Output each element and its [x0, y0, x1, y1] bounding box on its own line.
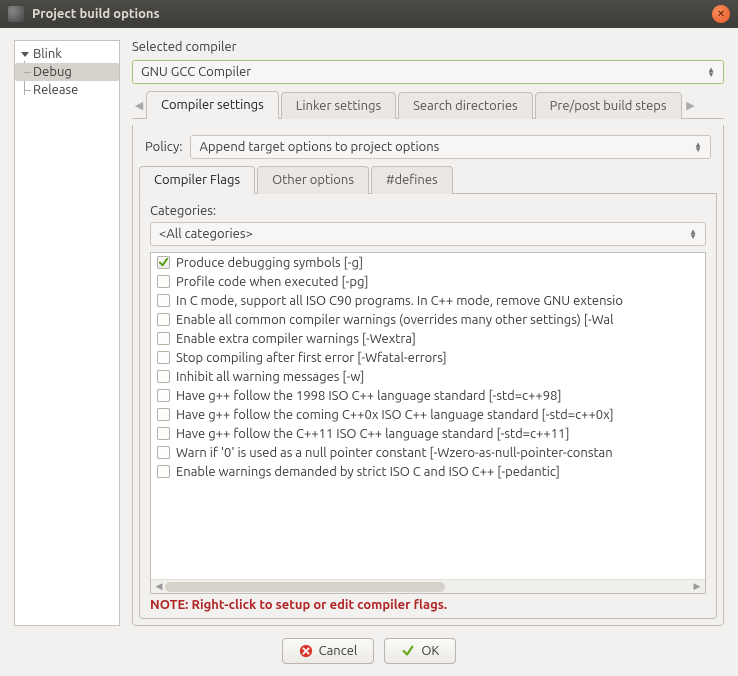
flag-checkbox[interactable] — [157, 465, 170, 478]
flag-row[interactable]: Produce debugging symbols [-g] — [151, 253, 705, 272]
flag-row[interactable]: Have g++ follow the 1998 ISO C++ languag… — [151, 386, 705, 405]
flag-checkbox[interactable] — [157, 370, 170, 383]
titlebar: Project build options ✕ — [0, 0, 738, 28]
cancel-button[interactable]: Cancel — [282, 638, 375, 664]
tree-root-item[interactable]: Blink — [15, 45, 119, 63]
tab-scroll-left-icon[interactable]: ◀ — [132, 92, 146, 118]
policy-select[interactable]: Append target options to project options… — [190, 135, 711, 159]
tab-defines[interactable]: #defines — [371, 166, 453, 194]
flag-row[interactable]: In C mode, support all ISO C90 programs.… — [151, 291, 705, 310]
flag-row[interactable]: Have g++ follow the coming C++0x ISO C++… — [151, 405, 705, 424]
chevron-down-icon[interactable] — [21, 52, 29, 57]
flag-label: Have g++ follow the 1998 ISO C++ languag… — [176, 389, 562, 403]
flag-row[interactable]: Enable extra compiler warnings [-Wextra] — [151, 329, 705, 348]
flag-checkbox[interactable] — [157, 427, 170, 440]
sub-tabbar: Compiler Flags Other options #defines — [139, 165, 717, 194]
flags-list: Produce debugging symbols [-g] Profile co… — [150, 252, 706, 594]
app-icon — [8, 6, 24, 22]
updown-icon: ▲▼ — [689, 229, 697, 239]
tab-other-options[interactable]: Other options — [257, 166, 369, 194]
flag-checkbox[interactable] — [157, 408, 170, 421]
scroll-thumb[interactable] — [165, 582, 445, 592]
tree-item-debug[interactable]: Debug — [15, 63, 119, 81]
flag-label: Stop compiling after first error [-Wfata… — [176, 351, 447, 365]
policy-value: Append target options to project options — [199, 140, 439, 154]
scroll-left-icon[interactable]: ◀ — [153, 581, 165, 592]
tab-pre-post-build[interactable]: Pre/post build steps — [535, 92, 682, 119]
tree-root-label: Blink — [33, 47, 62, 61]
flag-row[interactable]: Stop compiling after first error [-Wfata… — [151, 348, 705, 367]
dialog-buttons: Cancel OK — [14, 626, 724, 664]
flag-checkbox[interactable] — [157, 351, 170, 364]
flag-row[interactable]: Profile code when executed [-pg] — [151, 272, 705, 291]
flag-row[interactable]: Enable all common compiler warnings (ove… — [151, 310, 705, 329]
target-tree[interactable]: Blink Debug Release — [14, 40, 120, 626]
tab-compiler-flags[interactable]: Compiler Flags — [139, 166, 255, 194]
main-tabbar: ◀ Compiler settings Linker settings Sear… — [132, 90, 724, 119]
ok-button[interactable]: OK — [384, 638, 456, 664]
flags-note: NOTE: Right-click to setup or edit compi… — [150, 598, 706, 612]
flag-checkbox[interactable] — [157, 332, 170, 345]
window-title: Project build options — [32, 7, 712, 21]
ok-label: OK — [421, 644, 439, 658]
flag-row[interactable]: Have g++ follow the C++11 ISO C++ langua… — [151, 424, 705, 443]
compiler-flags-panel: Categories: <All categories> ▲▼ Produce … — [139, 194, 717, 619]
horizontal-scrollbar[interactable]: ◀ ▶ — [151, 579, 705, 593]
flag-checkbox[interactable] — [157, 294, 170, 307]
flag-label: Have g++ follow the C++11 ISO C++ langua… — [176, 427, 570, 441]
cancel-icon — [299, 644, 313, 658]
flag-checkbox[interactable] — [157, 275, 170, 288]
tree-item-label: Release — [33, 83, 78, 97]
tree-item-label: Debug — [33, 65, 72, 79]
ok-icon — [401, 644, 415, 658]
policy-label: Policy: — [145, 140, 182, 154]
selected-compiler-label: Selected compiler — [132, 40, 724, 54]
categories-value: <All categories> — [159, 227, 253, 241]
flag-checkbox[interactable] — [157, 389, 170, 402]
cancel-label: Cancel — [319, 644, 358, 658]
flag-label: Enable warnings demanded by strict ISO C… — [176, 465, 560, 479]
flag-label: Have g++ follow the coming C++0x ISO C++… — [176, 408, 614, 422]
compiler-value: GNU GCC Compiler — [141, 65, 251, 79]
flag-row[interactable]: Enable warnings demanded by strict ISO C… — [151, 462, 705, 481]
close-icon[interactable]: ✕ — [712, 5, 730, 23]
flag-row[interactable]: Inhibit all warning messages [-w] — [151, 367, 705, 386]
scroll-right-icon[interactable]: ▶ — [691, 581, 703, 592]
flag-label: Inhibit all warning messages [-w] — [176, 370, 364, 384]
flag-label: Enable extra compiler warnings [-Wextra] — [176, 332, 416, 346]
tab-scroll-right-icon[interactable]: ▶ — [684, 92, 698, 118]
tab-compiler-settings[interactable]: Compiler settings — [146, 91, 279, 119]
flag-label: Warn if '0' is used as a null pointer co… — [176, 446, 613, 460]
flag-label: Profile code when executed [-pg] — [176, 275, 369, 289]
flag-checkbox[interactable] — [157, 313, 170, 326]
flag-label: Produce debugging symbols [-g] — [176, 256, 363, 270]
tree-item-release[interactable]: Release — [15, 81, 119, 99]
flag-label: Enable all common compiler warnings (ove… — [176, 313, 614, 327]
flag-checkbox[interactable] — [157, 446, 170, 459]
flag-checkbox[interactable] — [157, 256, 170, 269]
updown-icon: ▲▼ — [707, 67, 715, 77]
compiler-select[interactable]: GNU GCC Compiler ▲▼ — [132, 60, 724, 84]
tab-linker-settings[interactable]: Linker settings — [281, 92, 396, 119]
flag-label: In C mode, support all ISO C90 programs.… — [176, 294, 623, 308]
updown-icon: ▲▼ — [694, 142, 702, 152]
tab-search-directories[interactable]: Search directories — [398, 92, 533, 119]
flag-row[interactable]: Warn if '0' is used as a null pointer co… — [151, 443, 705, 462]
compiler-settings-panel: Policy: Append target options to project… — [132, 125, 724, 626]
categories-label: Categories: — [150, 204, 706, 218]
categories-select[interactable]: <All categories> ▲▼ — [150, 222, 706, 246]
